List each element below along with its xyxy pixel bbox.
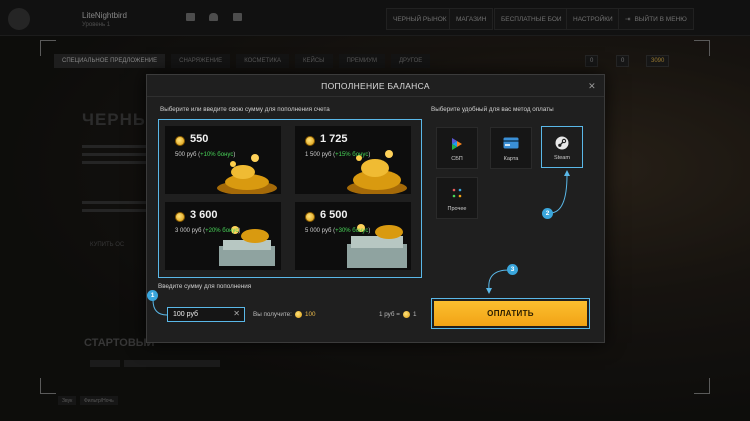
method-other[interactable]: Прочее [436,177,478,219]
clear-icon[interactable]: ✕ [233,309,240,318]
method-label: Прочее [447,206,467,212]
pack-price: 500 руб (+10% бонус) [175,152,236,158]
packs-label: Выберите или введите свою сумму для попо… [160,106,330,113]
pack-550[interactable]: 550 500 руб (+10% бонус) [165,126,281,194]
pack-price: 3 000 руб (+20% бонус) [175,228,241,234]
pay-button[interactable]: ОПЛАТИТЬ [431,298,590,329]
exchange-rate: 1 руб = 1 [379,311,416,318]
sbp-icon [452,138,462,150]
packs-grid: 550 500 руб (+10% бонус) 1 725 1 500 руб… [158,119,422,278]
pack-amount: 6 500 [320,209,348,221]
method-sbp[interactable]: СБП [436,127,478,169]
modal-title: ПОПОЛНЕНИЕ БАЛАНСА [321,80,430,91]
method-steam[interactable]: Steam [541,126,583,168]
receive-info: Вы получите: 100 [253,311,315,318]
amount-label: Введите сумму для пополнения [158,283,252,290]
coin-icon [305,136,315,146]
step-badge: 3 [507,264,518,275]
other-icon [452,188,462,198]
receive-label: Вы получите: [253,311,292,318]
method-label: Карта [503,156,519,162]
modal-header: ПОПОЛНЕНИЕ БАЛАНСА ✕ [147,75,604,97]
pack-amount: 1 725 [320,133,348,145]
pack-bonus: +15% бонус [335,152,369,158]
step-badge: 2 [542,208,553,219]
pack-amount: 550 [190,133,209,145]
rate-left: 1 руб = [379,311,400,318]
coin-icon [175,136,185,146]
coin-icon [402,311,410,318]
top-up-modal: ПОПОЛНЕНИЕ БАЛАНСА ✕ Выберите или введит… [146,74,605,343]
methods-label: Выберите удобный для вас метод оплаты [431,106,554,113]
method-label: Steam [554,155,570,161]
pack-bonus: +30% бонус [335,228,369,234]
pack-bonus: +10% бонус [200,152,234,158]
pack-bonus: +20% бонус [205,228,239,234]
method-label: СБП [451,156,463,162]
rate-right: 1 [412,311,417,318]
pack-1725[interactable]: 1 725 1 500 руб (+15% бонус) [295,126,411,194]
pack-6500[interactable]: 6 500 5 000 руб (+30% бонус) [295,202,411,270]
close-icon[interactable]: ✕ [586,80,598,92]
method-card[interactable]: Карта [490,127,532,169]
steam-icon [555,136,569,150]
pack-amount: 3 600 [190,209,218,221]
pay-button-label: ОПЛАТИТЬ [434,301,587,326]
amount-input[interactable]: 100 руб ✕ [167,307,245,322]
pack-3600[interactable]: 3 600 3 000 руб (+20% бонус) [165,202,281,270]
coin-icon [294,311,302,318]
receive-value: 100 [304,311,316,318]
step-badge: 1 [147,290,158,301]
pack-price: 5 000 руб (+30% бонус) [305,228,371,234]
amount-value: 100 руб [173,311,199,318]
card-icon [503,137,519,149]
coin-icon [175,212,185,222]
coin-icon [305,212,315,222]
pack-price: 1 500 руб (+15% бонус) [305,152,371,158]
